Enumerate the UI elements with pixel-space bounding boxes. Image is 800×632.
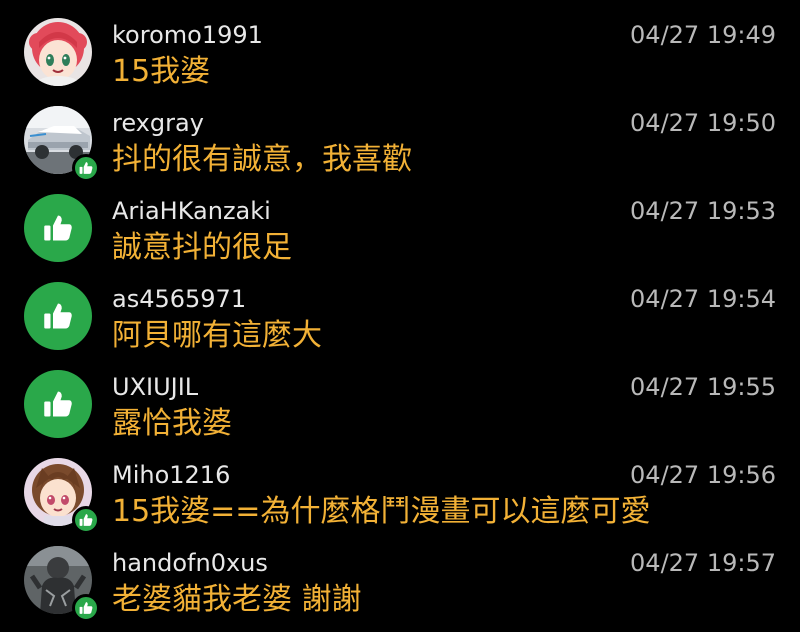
comment-text: 誠意抖的很足	[112, 230, 292, 265]
comment-row: handofn0xus 04/27 19:57 老婆貓我老婆 謝謝	[0, 528, 800, 622]
thumbs-up-icon	[79, 162, 93, 174]
thumbs-up-icon	[44, 303, 72, 329]
user-avatar[interactable]	[24, 18, 92, 86]
comment-text: 阿貝哪有這麼大	[112, 318, 322, 353]
comment-text: 老婆貓我老婆 謝謝	[112, 582, 362, 617]
comment-username[interactable]: Miho1216	[112, 460, 230, 490]
comment-timestamp: 04/27 19:57	[630, 549, 776, 577]
comment-timestamp: 04/27 19:53	[630, 197, 776, 225]
comment-username[interactable]: AriaHKanzaki	[112, 196, 271, 226]
comment-username[interactable]: rexgray	[112, 108, 204, 138]
thumbs-up-icon	[44, 391, 72, 417]
like-avatar[interactable]	[24, 282, 92, 350]
comment-username[interactable]: handofn0xus	[112, 548, 268, 578]
comment-timestamp: 04/27 19:49	[630, 21, 776, 49]
comment-row: koromo1991 04/27 19:49 15我婆	[0, 0, 800, 89]
comment-timestamp: 04/27 19:56	[630, 461, 776, 489]
comment-row: UXIUJIL 04/27 19:55 露恰我婆	[0, 352, 800, 441]
thumbs-up-icon	[79, 602, 93, 614]
like-badge	[72, 594, 100, 622]
comment-timestamp: 04/27 19:50	[630, 109, 776, 137]
comment-row: rexgray 04/27 19:50 抖的很有誠意，我喜歡	[0, 88, 800, 182]
like-avatar[interactable]	[24, 370, 92, 438]
comment-text: 抖的很有誠意，我喜歡	[112, 142, 412, 177]
comment-list: koromo1991 04/27 19:49 15我婆 rexgray 04/2…	[0, 0, 800, 632]
comment-row: AriaHKanzaki 04/27 19:53 誠意抖的很足	[0, 176, 800, 265]
comment-timestamp: 04/27 19:55	[630, 373, 776, 401]
comment-timestamp: 04/27 19:54	[630, 285, 776, 313]
comment-text: 15我婆	[112, 54, 211, 89]
like-avatar[interactable]	[24, 194, 92, 262]
comment-username[interactable]: as4565971	[112, 284, 246, 314]
comment-text: 15我婆==為什麼格鬥漫畫可以這麼可愛	[112, 494, 651, 529]
thumbs-up-icon	[44, 215, 72, 241]
comment-username[interactable]: UXIUJIL	[112, 372, 198, 402]
anime-girl-pink-hair-avatar	[24, 18, 92, 86]
thumbs-up-icon	[79, 514, 93, 526]
comment-row: Miho1216 04/27 19:56 15我婆==為什麼格鬥漫畫可以這麼可愛	[0, 440, 800, 534]
comment-row: as4565971 04/27 19:54 阿貝哪有這麼大	[0, 264, 800, 353]
comment-text: 露恰我婆	[112, 406, 232, 441]
comment-username[interactable]: koromo1991	[112, 20, 263, 50]
